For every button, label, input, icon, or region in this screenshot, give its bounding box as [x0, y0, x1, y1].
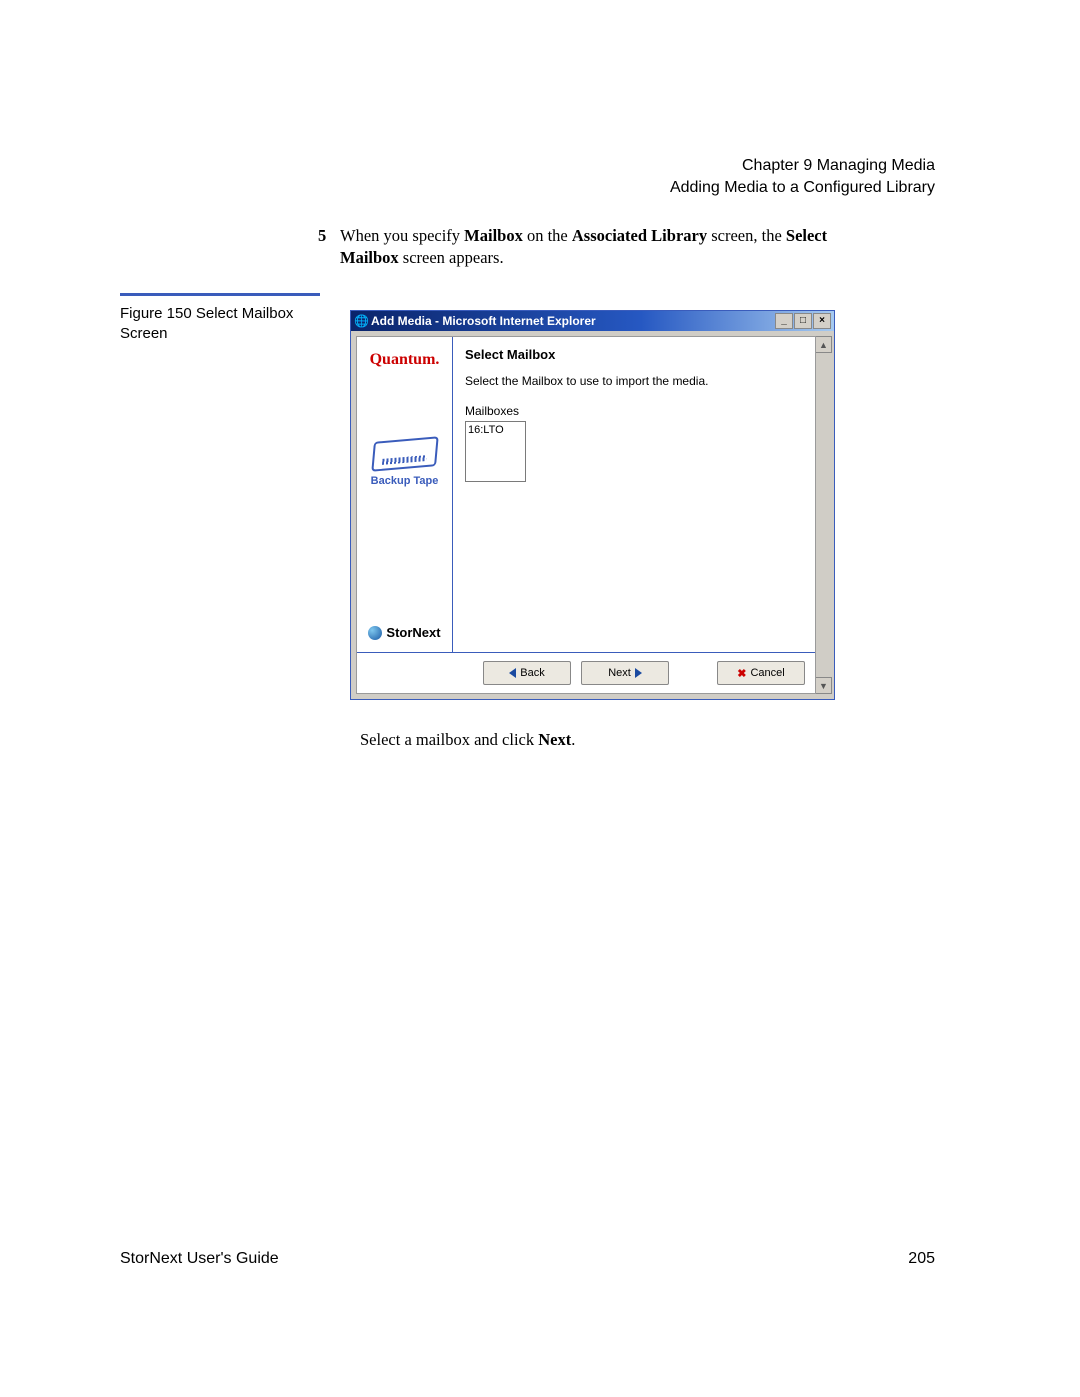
wizard-sidebar: Quantum. Backup Tape StorNext — [357, 337, 453, 652]
scroll-up-button[interactable]: ▲ — [815, 336, 832, 353]
footer-guide: StorNext User's Guide — [120, 1250, 279, 1268]
panel-instruction: Select the Mailbox to use to import the … — [465, 374, 803, 388]
minimize-button[interactable]: _ — [775, 313, 793, 329]
window-title: Add Media - Microsoft Internet Explorer — [371, 314, 596, 328]
maximize-button[interactable]: □ — [794, 313, 812, 329]
step-text: When you specify Mailbox on the Associat… — [340, 226, 827, 267]
tape-icon — [371, 436, 438, 471]
footer-page: 205 — [908, 1250, 935, 1268]
arrow-right-icon — [635, 668, 642, 678]
close-button[interactable]: × — [813, 313, 831, 329]
mailboxes-listbox[interactable]: 16:LTO — [465, 421, 526, 482]
titlebar: 🌐 Add Media - Microsoft Internet Explore… — [351, 311, 834, 331]
ie-icon: 🌐 — [354, 314, 368, 328]
brand-logo: Quantum. — [370, 351, 440, 369]
cancel-button[interactable]: ✖ Cancel — [717, 661, 805, 685]
post-step-text: Select a mailbox and click Next. — [360, 730, 575, 750]
step-number: 5 — [318, 225, 326, 247]
chapter-label: Chapter 9 Managing Media — [670, 155, 935, 177]
scroll-down-button[interactable]: ▼ — [815, 677, 832, 694]
client-area: ▲ ▼ Quantum. Backup Tape StorNext Select… — [351, 331, 834, 699]
next-button[interactable]: Next — [581, 661, 669, 685]
dialog-window: 🌐 Add Media - Microsoft Internet Explore… — [350, 310, 835, 700]
wizard-panel: Quantum. Backup Tape StorNext Select Mai… — [356, 336, 816, 694]
wizard-buttons: Back Next ✖ Cancel — [357, 652, 815, 693]
section-label: Adding Media to a Configured Library — [670, 177, 935, 199]
page-header: Chapter 9 Managing Media Adding Media to… — [670, 155, 935, 198]
tape-label: Backup Tape — [371, 475, 439, 487]
listbox-label: Mailboxes — [465, 404, 803, 418]
step-5: 5 When you specify Mailbox on the Associ… — [340, 225, 840, 270]
figure-caption: Figure 150 Select Mailbox Screen — [120, 293, 320, 345]
stornext-brand: StorNext — [368, 625, 440, 640]
listbox-item[interactable]: 16:LTO — [468, 424, 523, 436]
panel-heading: Select Mailbox — [465, 347, 803, 362]
arrow-left-icon — [509, 668, 516, 678]
back-button[interactable]: Back — [483, 661, 571, 685]
x-icon: ✖ — [737, 667, 746, 680]
wizard-main: Select Mailbox Select the Mailbox to use… — [453, 337, 815, 652]
globe-icon — [368, 626, 382, 640]
